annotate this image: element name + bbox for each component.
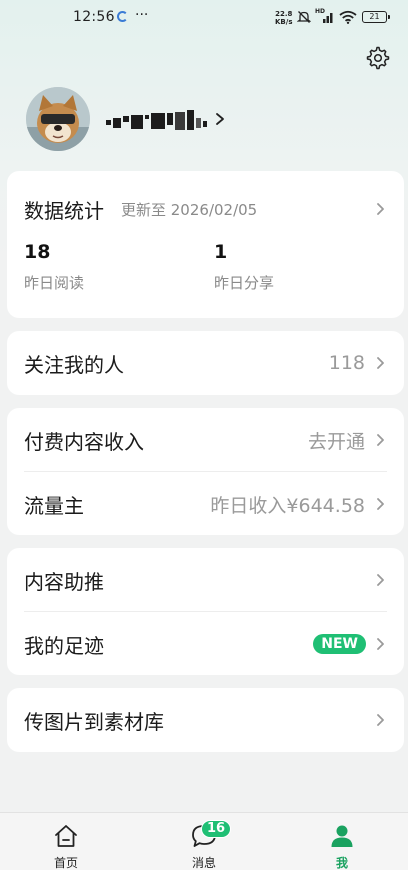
traffic-owner-title: 流量主 — [24, 493, 84, 518]
stat-shares-value: 1 — [214, 241, 228, 263]
home-icon — [55, 825, 77, 847]
chevron-right-icon — [377, 638, 384, 650]
settings-icon[interactable] — [366, 46, 390, 70]
chevron-right-icon — [216, 113, 224, 125]
chevron-right-icon — [377, 574, 384, 586]
username-link[interactable] — [106, 106, 225, 132]
chevron-right-icon — [377, 357, 384, 369]
followers-row[interactable]: 关注我的人 118 — [7, 331, 404, 395]
followers-count: 118 — [328, 352, 365, 374]
upload-card: 传图片到素材库 — [7, 688, 404, 752]
avatar[interactable] — [26, 87, 90, 151]
network-speed-unit: KB/s — [275, 18, 293, 26]
tab-me-label: 我 — [335, 856, 348, 870]
chevron-right-icon — [377, 498, 384, 510]
sync-icon — [117, 11, 128, 22]
tab-me[interactable]: 我 — [302, 813, 382, 870]
stat-reads-value: 18 — [24, 241, 51, 263]
paid-content-income-title: 付费内容收入 — [24, 429, 144, 454]
stats-title: 数据统计 — [24, 199, 104, 223]
more-notifications-icon: ··· — [135, 7, 149, 23]
followers-title: 关注我的人 — [24, 352, 124, 377]
unread-count-badge: 16 — [201, 820, 232, 838]
tab-home-label: 首页 — [53, 856, 78, 870]
wifi-icon — [339, 10, 357, 24]
new-badge: NEW — [313, 634, 366, 654]
username-pixelated — [106, 108, 207, 130]
status-bar: 12:56 ··· 22.8 KB/s HD 21 — [0, 0, 408, 36]
income-card: 付费内容收入 去开通 流量主 昨日收入¥644.58 — [7, 408, 404, 535]
stat-reads-label: 昨日阅读 — [24, 274, 85, 292]
content-boost-title: 内容助推 — [24, 569, 104, 594]
followers-card: 关注我的人 118 — [7, 331, 404, 395]
stats-card[interactable]: 数据统计 更新至 2026/02/05 18 昨日阅读 1 昨日分享 — [7, 171, 404, 318]
status-time: 12:56 — [73, 9, 115, 25]
content-tools-card: 内容助推 我的足迹 NEW — [7, 548, 404, 675]
content-boost-row[interactable]: 内容助推 — [7, 548, 404, 612]
tab-messages-label: 消息 — [191, 856, 216, 870]
tab-home[interactable]: 首页 — [26, 813, 106, 870]
my-footprints-row[interactable]: 我的足迹 NEW — [7, 612, 404, 676]
bottom-nav: 首页 16 消息 我 — [0, 812, 408, 870]
person-icon — [331, 825, 353, 847]
network-speed-value: 22.8 — [275, 10, 293, 18]
activate-link: 去开通 — [307, 430, 365, 453]
yesterday-income: 昨日收入¥644.58 — [210, 494, 365, 517]
battery-indicator: 21 — [362, 11, 390, 23]
my-footprints-title: 我的足迹 — [24, 633, 104, 658]
paid-content-income-row[interactable]: 付费内容收入 去开通 — [7, 408, 404, 472]
chevron-right-icon — [377, 714, 384, 726]
network-speed: 22.8 KB/s — [275, 10, 292, 26]
upload-images-title: 传图片到素材库 — [24, 709, 164, 734]
chevron-right-icon — [377, 434, 384, 446]
chevron-right-icon — [377, 203, 384, 215]
traffic-owner-row[interactable]: 流量主 昨日收入¥644.58 — [7, 472, 404, 536]
upload-images-row[interactable]: 传图片到素材库 — [7, 688, 404, 752]
stat-shares-label: 昨日分享 — [214, 274, 275, 292]
stats-updated-date: 更新至 2026/02/05 — [121, 201, 258, 219]
signal-hd-icon: HD — [315, 8, 335, 25]
mute-bell-icon — [297, 11, 311, 23]
tab-messages[interactable]: 16 消息 — [164, 813, 244, 870]
